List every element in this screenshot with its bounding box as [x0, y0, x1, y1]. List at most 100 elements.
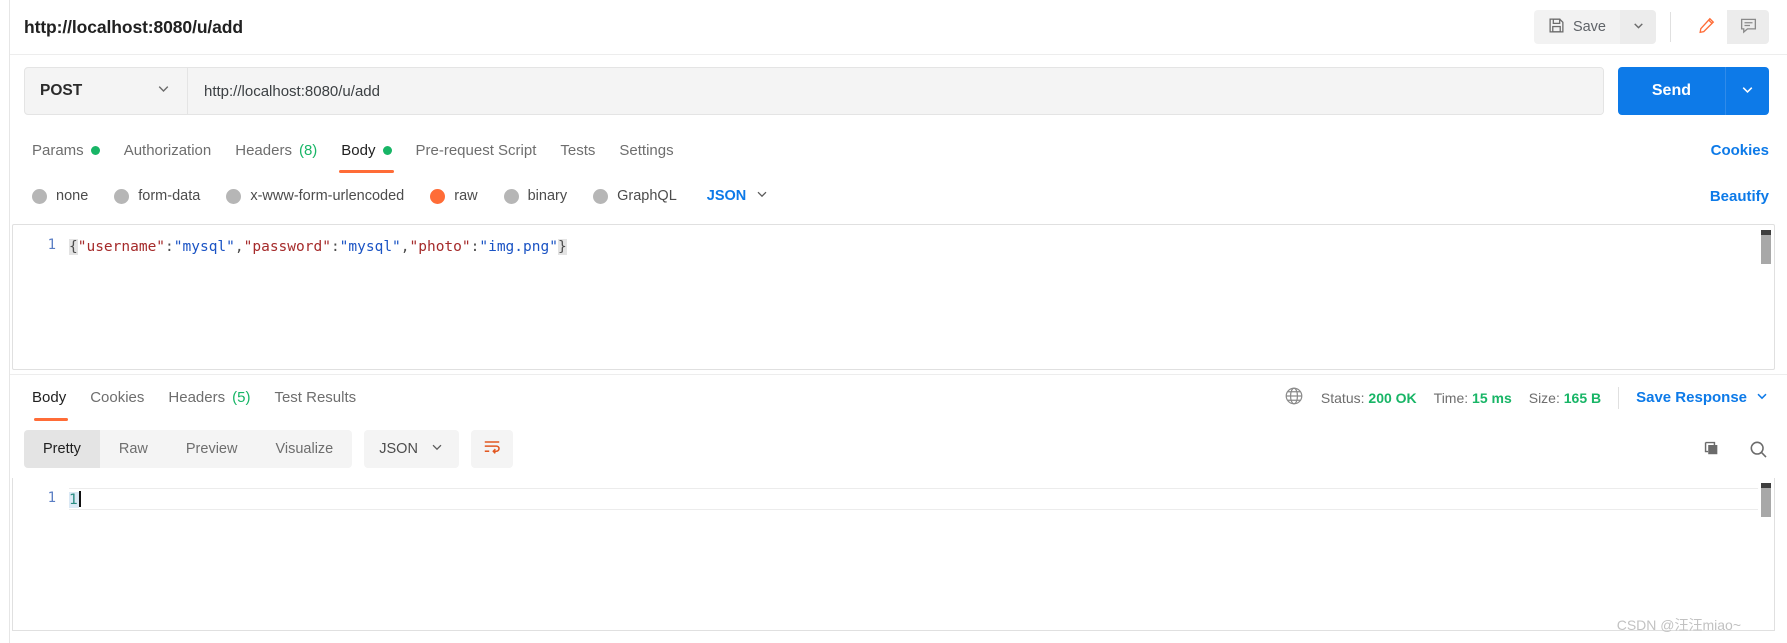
request-body-code[interactable]: {"username":"mysql","password":"mysql","…	[69, 225, 1774, 369]
response-tabs: Body Cookies Headers (5) Test Results St…	[10, 374, 1787, 421]
send-options-button[interactable]	[1725, 67, 1769, 115]
request-tabs: Params Authorization Headers (8) Body Pr…	[10, 127, 1787, 173]
tab-params[interactable]: Params	[24, 127, 112, 173]
save-options-button[interactable]	[1620, 10, 1656, 44]
body-type-label: none	[56, 188, 89, 204]
send-button-group: Send	[1617, 67, 1769, 115]
tab-headers[interactable]: Headers (8)	[223, 127, 329, 173]
tab-body[interactable]: Body	[329, 127, 403, 173]
word-wrap-icon	[482, 437, 502, 462]
response-view-raw[interactable]: Raw	[100, 430, 167, 468]
postman-request-window: http://localhost:8080/u/add Save POST ht…	[0, 0, 1787, 643]
json-open-brace: {	[69, 239, 78, 255]
word-wrap-button[interactable]	[470, 430, 513, 468]
response-tab-cookies[interactable]: Cookies	[78, 375, 156, 421]
scrollbar-thumb[interactable]	[1761, 230, 1771, 264]
search-icon[interactable]	[1748, 439, 1769, 460]
active-line-highlight	[69, 488, 1758, 510]
body-type-graphql[interactable]: GraphQL	[593, 188, 677, 204]
radio-icon	[503, 188, 519, 204]
status-value: 200 OK	[1368, 389, 1417, 406]
scrollbar-thumb[interactable]	[1761, 483, 1771, 517]
comment-icon	[1739, 16, 1758, 38]
tab-settings[interactable]: Settings	[607, 127, 685, 173]
cookies-link[interactable]: Cookies	[1711, 142, 1769, 159]
response-view-visualize[interactable]: Visualize	[256, 430, 352, 468]
tab-pre-request-script[interactable]: Pre-request Script	[404, 127, 549, 173]
body-type-label: binary	[527, 188, 568, 204]
url-input[interactable]: http://localhost:8080/u/add	[188, 68, 1603, 114]
json-key: "username"	[77, 239, 166, 255]
http-method-select[interactable]: POST	[25, 68, 188, 114]
response-body-code[interactable]: 1	[69, 478, 1774, 630]
tab-label: Authorization	[123, 141, 212, 159]
save-button-group: Save	[1533, 10, 1656, 44]
http-method-value: POST	[40, 82, 83, 99]
comments-button[interactable]	[1727, 10, 1769, 44]
time-value: 15 ms	[1472, 389, 1512, 406]
header-divider	[1670, 12, 1671, 42]
tab-authorization[interactable]: Authorization	[112, 127, 224, 173]
request-body-editor: 1 {"username":"mysql","password":"mysql"…	[12, 224, 1775, 370]
json-key: "photo"	[409, 239, 471, 255]
response-view-preview[interactable]: Preview	[167, 430, 257, 468]
tab-label: Cookies	[90, 389, 145, 406]
response-tab-headers[interactable]: Headers (5)	[156, 375, 262, 421]
response-tab-body[interactable]: Body	[24, 375, 78, 421]
body-type-label: form-data	[138, 188, 201, 204]
json-value: "img.png"	[479, 239, 558, 255]
tab-tests[interactable]: Tests	[548, 127, 607, 173]
request-body-scrollbar[interactable]	[1759, 226, 1773, 368]
body-type-none[interactable]: none	[32, 188, 88, 204]
radio-icon	[226, 188, 242, 204]
body-type-row: none form-data x-www-form-urlencoded raw…	[10, 173, 1787, 219]
page-title: http://localhost:8080/u/add	[24, 16, 243, 37]
body-format-select[interactable]: JSON	[707, 187, 770, 205]
beautify-button[interactable]: Beautify	[1710, 188, 1769, 205]
tab-label: Params	[32, 141, 84, 159]
response-tab-test-results[interactable]: Test Results	[262, 375, 368, 421]
json-comma: ,	[234, 239, 244, 255]
copy-icon[interactable]	[1702, 439, 1722, 459]
save-response-label: Save Response	[1636, 389, 1747, 406]
edit-request-button[interactable]	[1685, 10, 1727, 44]
tab-label: Headers	[168, 389, 226, 406]
response-format-value: JSON	[379, 441, 418, 457]
request-body-line-numbers: 1	[13, 225, 69, 369]
response-view-pretty[interactable]: Pretty	[24, 430, 100, 468]
size-badge: Size: 165 B	[1529, 390, 1601, 406]
tab-count: (8)	[298, 141, 318, 159]
status-label: Status:	[1320, 389, 1365, 406]
send-button[interactable]: Send	[1617, 67, 1725, 115]
body-type-binary[interactable]: binary	[503, 188, 568, 204]
body-type-raw[interactable]: raw	[430, 188, 478, 204]
modified-dot-icon	[90, 145, 100, 155]
save-button[interactable]: Save	[1533, 10, 1620, 44]
json-close-brace: }	[557, 239, 567, 255]
body-type-label: x-www-form-urlencoded	[250, 188, 405, 204]
chevron-down-icon	[1755, 389, 1769, 407]
tab-label: Pre-request Script	[415, 141, 537, 159]
body-type-x-www-form-urlencoded[interactable]: x-www-form-urlencoded	[226, 188, 404, 204]
json-value: "mysql"	[339, 239, 401, 255]
tab-label: Headers	[235, 141, 292, 159]
time-label: Time:	[1433, 389, 1469, 406]
tab-count: (5)	[232, 389, 251, 406]
radio-icon-selected	[430, 188, 446, 204]
response-toolbar-actions	[1702, 439, 1769, 460]
url-bar-row: POST http://localhost:8080/u/add Send	[10, 55, 1787, 127]
header-actions: Save	[1533, 10, 1769, 44]
body-type-label: GraphQL	[617, 188, 677, 204]
modified-dot-icon	[382, 145, 392, 155]
tab-label: Settings	[619, 141, 674, 159]
globe-icon	[1284, 386, 1304, 409]
response-body-editor: 1 1	[12, 478, 1775, 631]
body-format-value: JSON	[706, 188, 747, 204]
json-key: "password"	[243, 239, 331, 255]
pencil-icon	[1697, 16, 1716, 38]
save-response-button[interactable]: Save Response	[1636, 389, 1769, 407]
response-body-scrollbar[interactable]	[1759, 479, 1773, 629]
tab-label: Test Results	[274, 389, 357, 406]
body-type-form-data[interactable]: form-data	[114, 188, 200, 204]
response-format-select[interactable]: JSON	[364, 430, 459, 468]
